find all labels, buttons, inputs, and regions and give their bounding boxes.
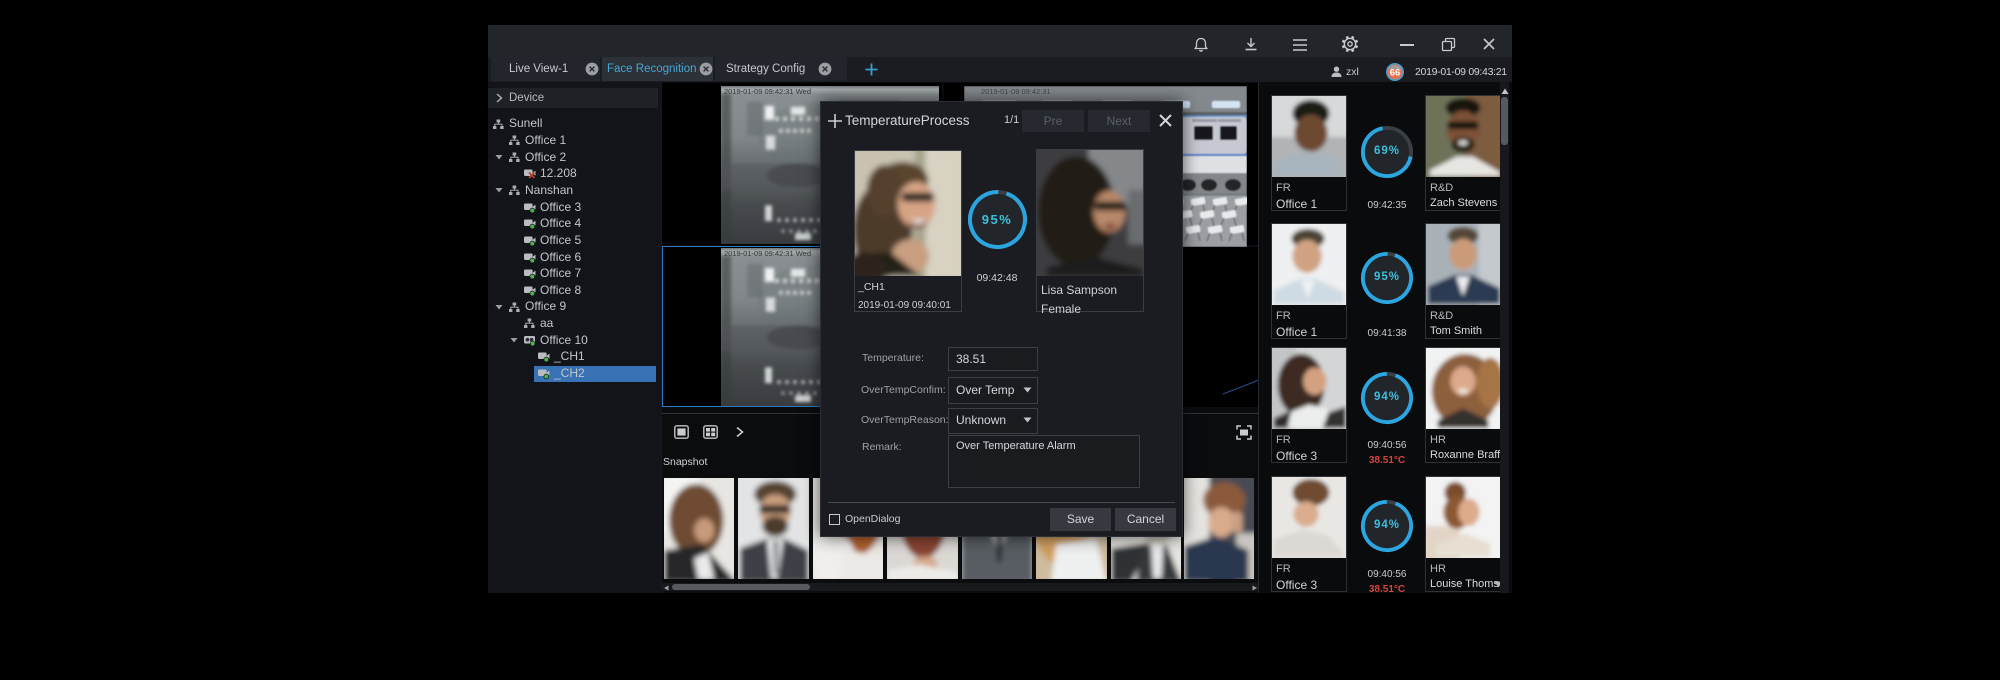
svg-text:66: 66 [1390, 68, 1401, 79]
